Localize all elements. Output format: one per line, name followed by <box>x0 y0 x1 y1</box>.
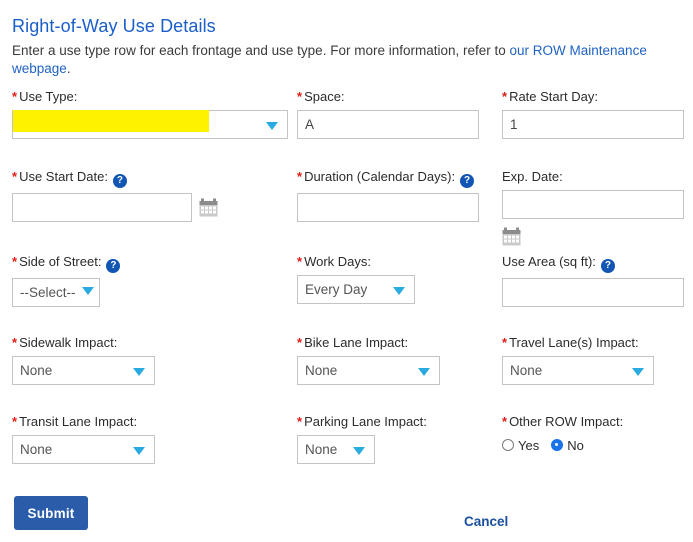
row-use-details-form: Right-of-Way Use Details Enter a use typ… <box>0 0 693 542</box>
calendar-icon[interactable] <box>199 198 218 217</box>
required-asterisk: * <box>297 254 302 269</box>
field-use-area: Use Area (sq ft):? <box>502 254 684 307</box>
field-bike-lane-impact: *Bike Lane Impact: None <box>297 335 440 385</box>
required-asterisk: * <box>297 169 302 184</box>
chevron-down-icon <box>133 447 145 455</box>
parking-lane-impact-select[interactable]: None <box>297 435 375 464</box>
sidewalk-impact-select[interactable]: None <box>12 356 155 385</box>
field-work-days: *Work Days: Every Day <box>297 254 415 304</box>
required-asterisk: * <box>502 335 507 350</box>
field-duration: *Duration (Calendar Days):? <box>297 169 479 222</box>
calendar-icon[interactable] <box>502 227 521 246</box>
label-work-days: *Work Days: <box>297 254 415 270</box>
field-use-type: *Use Type: Dumpster/Storage Container <box>12 89 288 139</box>
label-bike-lane-impact: *Bike Lane Impact: <box>297 335 440 351</box>
duration-input[interactable] <box>297 193 479 222</box>
chevron-down-icon <box>353 447 365 455</box>
chevron-down-icon <box>393 287 405 295</box>
transit-lane-impact-value: None <box>20 442 52 457</box>
field-sidewalk-impact: *Sidewalk Impact: None <box>12 335 155 385</box>
required-asterisk: * <box>297 414 302 429</box>
radio-yes[interactable] <box>502 439 514 451</box>
label-space: *Space: <box>297 89 479 105</box>
use-area-input[interactable] <box>502 278 684 307</box>
label-duration: *Duration (Calendar Days):? <box>297 169 479 188</box>
field-side-of-street: *Side of Street:? --Select-- <box>12 254 120 307</box>
bike-lane-impact-select[interactable]: None <box>297 356 440 385</box>
travel-lane-impact-value: None <box>510 363 542 378</box>
radio-yes-label[interactable]: Yes <box>518 438 539 453</box>
radio-no-label[interactable]: No <box>567 438 584 453</box>
transit-lane-impact-select[interactable]: None <box>12 435 155 464</box>
field-other-row-impact: *Other ROW Impact: Yes No <box>502 414 623 455</box>
side-of-street-select[interactable]: --Select-- <box>12 278 100 307</box>
use-start-date-input[interactable] <box>12 193 192 222</box>
label-use-type: *Use Type: <box>12 89 288 105</box>
travel-lane-impact-select[interactable]: None <box>502 356 654 385</box>
space-input[interactable] <box>297 110 479 139</box>
chevron-down-icon <box>82 287 94 295</box>
chevron-down-icon <box>266 122 278 130</box>
field-transit-lane-impact: *Transit Lane Impact: None <box>12 414 155 464</box>
help-icon[interactable]: ? <box>113 174 127 188</box>
field-parking-lane-impact: *Parking Lane Impact: None <box>297 414 427 464</box>
label-exp-date: Exp. Date: <box>502 169 684 185</box>
required-asterisk: * <box>502 414 507 429</box>
label-parking-lane-impact: *Parking Lane Impact: <box>297 414 427 430</box>
required-asterisk: * <box>12 89 17 104</box>
page-title: Right-of-Way Use Details <box>12 16 216 37</box>
required-asterisk: * <box>12 335 17 350</box>
help-icon[interactable]: ? <box>460 174 474 188</box>
chevron-down-icon <box>632 368 644 376</box>
required-asterisk: * <box>12 169 17 184</box>
required-asterisk: * <box>502 89 507 104</box>
exp-date-input[interactable] <box>502 190 684 219</box>
field-travel-lane-impact: *Travel Lane(s) Impact: None <box>502 335 654 385</box>
label-rate-start-day: *Rate Start Day: <box>502 89 684 105</box>
label-sidewalk-impact: *Sidewalk Impact: <box>12 335 155 351</box>
label-transit-lane-impact: *Transit Lane Impact: <box>12 414 155 430</box>
help-icon[interactable]: ? <box>601 259 615 273</box>
label-side-of-street: *Side of Street:? <box>12 254 120 273</box>
submit-button[interactable]: Submit <box>14 496 88 530</box>
chevron-down-icon <box>418 368 430 376</box>
use-start-date-row <box>12 193 218 222</box>
use-type-value: Dumpster/Storage Container <box>20 117 192 132</box>
required-asterisk: * <box>12 254 17 269</box>
field-exp-date: Exp. Date: <box>502 169 684 249</box>
required-asterisk: * <box>12 414 17 429</box>
label-travel-lane-impact: *Travel Lane(s) Impact: <box>502 335 654 351</box>
other-row-impact-radio-group: Yes No <box>502 435 623 455</box>
required-asterisk: * <box>297 335 302 350</box>
field-space: *Space: <box>297 89 479 139</box>
label-use-start-date: *Use Start Date:? <box>12 169 218 188</box>
intro-text-before: Enter a use type row for each frontage a… <box>12 43 510 58</box>
bike-lane-impact-value: None <box>305 363 337 378</box>
rate-start-day-input[interactable] <box>502 110 684 139</box>
parking-lane-impact-value: None <box>305 442 337 457</box>
radio-no[interactable] <box>551 439 563 451</box>
work-days-value: Every Day <box>305 282 367 297</box>
field-rate-start-day: *Rate Start Day: <box>502 89 684 139</box>
side-of-street-value: --Select-- <box>20 285 76 300</box>
help-icon[interactable]: ? <box>106 259 120 273</box>
use-type-select[interactable]: Dumpster/Storage Container <box>12 110 288 139</box>
work-days-select[interactable]: Every Day <box>297 275 415 304</box>
field-use-start-date: *Use Start Date:? <box>12 169 218 222</box>
required-asterisk: * <box>297 89 302 104</box>
intro-text: Enter a use type row for each frontage a… <box>12 42 680 78</box>
label-other-row-impact: *Other ROW Impact: <box>502 414 623 430</box>
intro-text-after: . <box>67 61 71 76</box>
sidewalk-impact-value: None <box>20 363 52 378</box>
cancel-link[interactable]: Cancel <box>464 514 508 529</box>
label-use-area: Use Area (sq ft):? <box>502 254 684 273</box>
chevron-down-icon <box>133 368 145 376</box>
